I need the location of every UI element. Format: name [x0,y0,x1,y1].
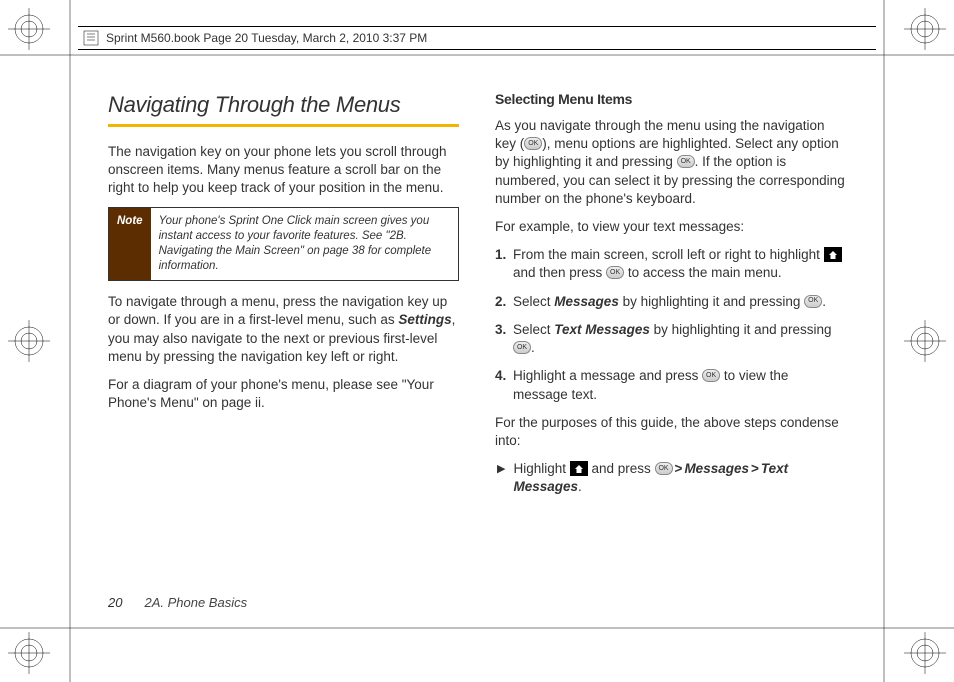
book-icon [82,29,100,47]
ok-key-icon: OK [655,462,673,475]
framemaker-header: Sprint M560.book Page 20 Tuesday, March … [78,26,876,50]
body-text: The navigation key on your phone lets yo… [108,143,459,198]
menu-name: Messages [684,461,749,476]
registration-mark-icon [8,320,50,362]
registration-mark-icon [904,320,946,362]
menu-name: Messages [554,294,619,309]
registration-mark-icon [8,8,50,50]
menu-name: Settings [398,312,451,327]
body-text: As you navigate through the menu using t… [495,117,846,208]
menu-name: Text Messages [554,322,650,337]
page-content: Navigating Through the Menus The navigat… [108,90,846,592]
home-key-icon [570,461,588,476]
note-label: Note [109,208,151,280]
ok-key-icon: OK [524,137,542,150]
ok-key-icon: OK [677,155,695,168]
list-item: 1. From the main screen, scroll left or … [513,246,846,282]
steps-list: 1. From the main screen, scroll left or … [495,246,846,404]
body-text: For the purposes of this guide, the abov… [495,414,846,450]
note-box: Note Your phone's Sprint One Click main … [108,207,459,281]
ok-key-icon: OK [513,341,531,354]
triangle-bullet-icon: ▶ [497,460,505,496]
ok-key-icon: OK [702,369,720,382]
footer-section: 2A. Phone Basics [144,595,247,610]
registration-mark-icon [904,632,946,674]
subheading: Selecting Menu Items [495,90,846,109]
ok-key-icon: OK [804,295,822,308]
registration-mark-icon [8,632,50,674]
ok-key-icon: OK [606,266,624,279]
registration-mark-icon [904,8,946,50]
home-key-icon [824,247,842,262]
body-text: To navigate through a menu, press the na… [108,293,459,366]
note-text: Your phone's Sprint One Click main scree… [151,208,458,280]
left-column: Navigating Through the Menus The navigat… [108,90,459,592]
page-number: 20 [108,595,122,610]
page-footer: 20 2A. Phone Basics [108,595,247,610]
body-text: For example, to view your text messages: [495,218,846,236]
body-text: For a diagram of your phone's menu, plea… [108,376,459,412]
section-heading: Navigating Through the Menus [108,90,459,127]
list-item: 3. Select Text Messages by highlighting … [513,321,846,357]
list-item: 4. Highlight a message and press OK to v… [513,367,846,403]
condensed-step: ▶ Highlight and press OK>Messages>Text M… [495,460,846,496]
header-text: Sprint M560.book Page 20 Tuesday, March … [106,31,427,45]
right-column: Selecting Menu Items As you navigate thr… [495,90,846,592]
list-item: 2. Select Messages by highlighting it an… [513,293,846,311]
